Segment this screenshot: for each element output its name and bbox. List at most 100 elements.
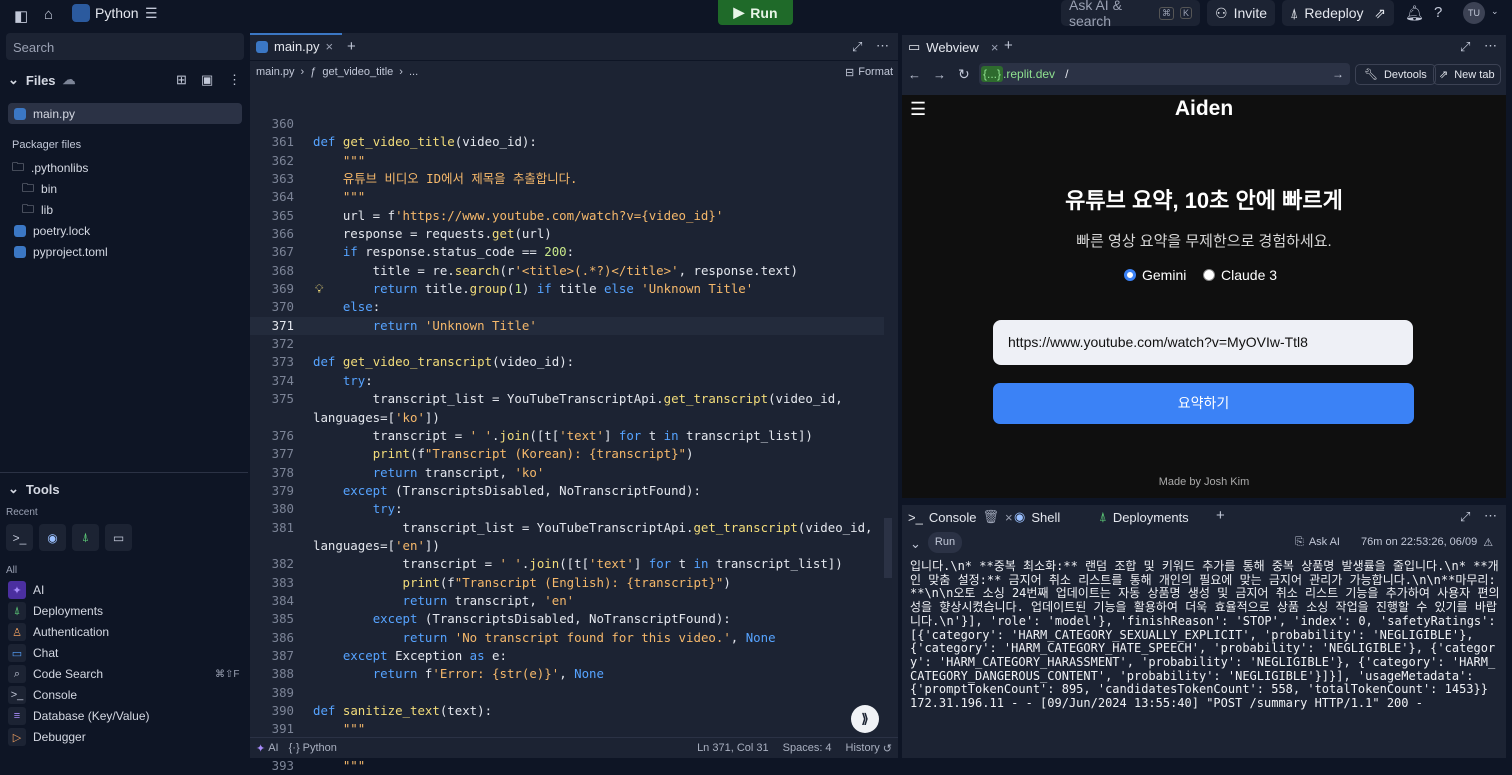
tools-header[interactable]: ⌄ Tools xyxy=(8,479,60,499)
tab-shell[interactable]: ◉ Shell xyxy=(1014,509,1060,525)
code-line[interactable]: 372 xyxy=(250,335,884,353)
back-icon[interactable]: ← xyxy=(908,67,921,82)
code-line[interactable]: 362 """ xyxy=(250,152,884,170)
code-line[interactable]: 378 return transcript, 'ko' xyxy=(250,464,884,482)
radio-selected[interactable] xyxy=(1124,269,1136,281)
more-icon[interactable]: ⋯ xyxy=(1484,508,1497,524)
run-status[interactable]: Run xyxy=(928,532,962,553)
search-input[interactable]: Search xyxy=(6,33,244,60)
summarize-button[interactable]: 요약하기 xyxy=(993,383,1414,424)
sidebar-toggle-icon[interactable]: ◧ xyxy=(14,7,28,25)
code-line[interactable]: 391 """ xyxy=(250,720,884,738)
code-line[interactable]: 374 try: xyxy=(250,372,884,390)
breadcrumb-more[interactable]: ... xyxy=(409,66,418,78)
code-line[interactable]: 370 else: xyxy=(250,298,884,316)
close-icon[interactable]: × xyxy=(1005,510,1013,525)
url-bar[interactable]: {...} .replit.dev / → xyxy=(979,63,1350,85)
close-icon[interactable]: × xyxy=(326,39,334,54)
url-path-input[interactable]: / xyxy=(1065,67,1068,81)
invite-button[interactable]: ⚇ Invite xyxy=(1207,0,1276,26)
avatar[interactable]: TU xyxy=(1463,2,1485,24)
more-icon[interactable]: ⋯ xyxy=(876,38,889,54)
format-button[interactable]: ⊟ Format xyxy=(845,66,893,79)
cursor-position[interactable]: Ln 371, Col 31 xyxy=(697,742,769,754)
code-line[interactable]: 384 return transcript, 'en' xyxy=(250,592,884,610)
files-header[interactable]: ⌄ Files ☁ xyxy=(8,70,76,90)
radio-unselected[interactable] xyxy=(1203,269,1215,281)
code-line[interactable]: 369 return title.group(1) if title else … xyxy=(250,280,884,298)
tab-webview[interactable]: ▭ Webview × xyxy=(908,39,998,55)
folder-bin[interactable]: 🗀 bin xyxy=(22,179,57,199)
code-line[interactable]: 375 transcript_list = YouTubeTranscriptA… xyxy=(250,390,884,408)
run-button[interactable]: ▶ Run xyxy=(718,0,793,25)
code-line[interactable]: 382 transcript = ' '.join([t['text'] for… xyxy=(250,555,884,573)
ask-ai-button[interactable]: ⎘ Ask AI xyxy=(1295,536,1340,549)
code-line[interactable]: 393 """ xyxy=(250,757,884,775)
code-line[interactable]: 385 except (TranscriptsDisabled, NoTrans… xyxy=(250,610,884,628)
redeploy-button[interactable]: ⍋ Redeploy ⇗ xyxy=(1282,0,1394,26)
ai-status[interactable]: AI xyxy=(268,742,278,754)
folder-pythonlibs[interactable]: 🗀 .pythonlibs xyxy=(12,158,88,178)
bell-icon[interactable]: 🔔︎ xyxy=(1405,4,1424,22)
lightbulb-icon[interactable]: 💡︎ xyxy=(315,282,323,297)
app-brand[interactable]: Aiden xyxy=(902,97,1506,121)
code-line[interactable]: 360 xyxy=(250,115,884,133)
recent-shell-icon[interactable]: ◉ xyxy=(39,524,66,551)
history-button[interactable]: History xyxy=(846,742,880,754)
help-icon[interactable]: ? xyxy=(1434,4,1442,21)
ask-ai-search[interactable]: Ask AI & search ⌘ K xyxy=(1061,0,1200,29)
open-external-icon[interactable]: ⇗ xyxy=(1374,5,1386,22)
close-icon[interactable]: × xyxy=(991,40,999,55)
code-line[interactable]: 373 def get_video_transcript(video_id): xyxy=(250,353,884,371)
maximize-icon[interactable]: ⤢ xyxy=(1460,509,1470,525)
indent-status[interactable]: Spaces: 4 xyxy=(783,742,832,754)
code-line[interactable]: 363 유튜브 비디오 ID에서 제목을 추출합니다. xyxy=(250,170,884,188)
code-line[interactable]: 368 title = re.search(r'<title>(.*?)</ti… xyxy=(250,262,884,280)
code-line[interactable]: 389 xyxy=(250,684,884,702)
tab-main-py[interactable]: main.py × xyxy=(256,39,333,54)
devtools-button[interactable]: 🔧︎ Devtools xyxy=(1355,64,1436,85)
model-option-claude[interactable]: Claude 3 xyxy=(1203,267,1277,283)
code-line[interactable]: 364 """ xyxy=(250,188,884,206)
trash-icon[interactable]: 🗑︎ xyxy=(983,509,1000,525)
code-area[interactable]: 360 361 def get_video_title(video_id): 362 … xyxy=(250,115,884,775)
recent-deployments-icon[interactable]: ⍋ xyxy=(72,524,99,551)
code-line[interactable]: 388 return f'Error: {str(e)}', None xyxy=(250,665,884,683)
code-line[interactable]: languages=['ko']) xyxy=(250,409,884,427)
more-icon[interactable]: ⋯ xyxy=(1484,38,1497,54)
database-icon[interactable]: ☰ xyxy=(145,5,158,22)
code-line[interactable]: 387 except Exception as e: xyxy=(250,647,884,665)
maximize-icon[interactable]: ⤢ xyxy=(852,39,862,55)
add-tab-icon[interactable]: + xyxy=(347,38,356,55)
tool-item[interactable]: ✦ AI xyxy=(8,580,44,600)
home-icon[interactable]: ⌂ xyxy=(44,6,53,23)
tab-deployments[interactable]: ⍋ Deployments xyxy=(1099,509,1189,525)
tab-console[interactable]: >_ Console 🗑︎ × xyxy=(908,509,1013,525)
code-line[interactable]: 365 url = f'https://www.youtube.com/watc… xyxy=(250,207,884,225)
warning-icon[interactable]: ⚠ xyxy=(1483,536,1493,549)
new-folder-icon[interactable]: ▣ xyxy=(201,72,213,88)
new-tab-button[interactable]: ⇗ New tab xyxy=(1433,64,1501,85)
code-line[interactable]: 367 if response.status_code == 200: xyxy=(250,243,884,261)
more-icon[interactable]: ⋮ xyxy=(228,72,241,88)
code-line[interactable]: 371 return 'Unknown Title' xyxy=(250,316,884,336)
code-line[interactable]: 376 transcript = ' '.join([t['text'] for… xyxy=(250,427,884,445)
ai-assist-icon[interactable]: ⟫ xyxy=(851,705,879,733)
maximize-icon[interactable]: ⤢ xyxy=(1460,39,1470,55)
tool-item[interactable]: ▷ Debugger xyxy=(8,727,86,747)
tool-item[interactable]: ♙ Authentication xyxy=(8,622,109,642)
code-line[interactable]: 379 except (TranscriptsDisabled, NoTrans… xyxy=(250,482,884,500)
language-status[interactable]: Python xyxy=(303,742,337,754)
code-line[interactable]: 390 def sanitize_text(text): xyxy=(250,702,884,720)
file-item[interactable]: main.py xyxy=(14,104,75,124)
tool-item[interactable]: ⍋ Deployments xyxy=(8,601,103,621)
code-line[interactable]: 361 def get_video_title(video_id): xyxy=(250,133,884,151)
tool-item[interactable]: ▭ Chat xyxy=(8,643,58,663)
go-icon[interactable]: → xyxy=(1332,67,1344,81)
add-tab-icon[interactable]: + xyxy=(1004,37,1013,54)
tool-item[interactable]: ≡ Database (Key/Value) xyxy=(8,706,150,726)
forward-icon[interactable]: → xyxy=(933,67,946,82)
recent-webview-icon[interactable]: ▭ xyxy=(105,524,132,551)
breadcrumb-function[interactable]: get_video_title xyxy=(322,66,393,78)
folder-lib[interactable]: 🗀 lib xyxy=(22,200,53,220)
